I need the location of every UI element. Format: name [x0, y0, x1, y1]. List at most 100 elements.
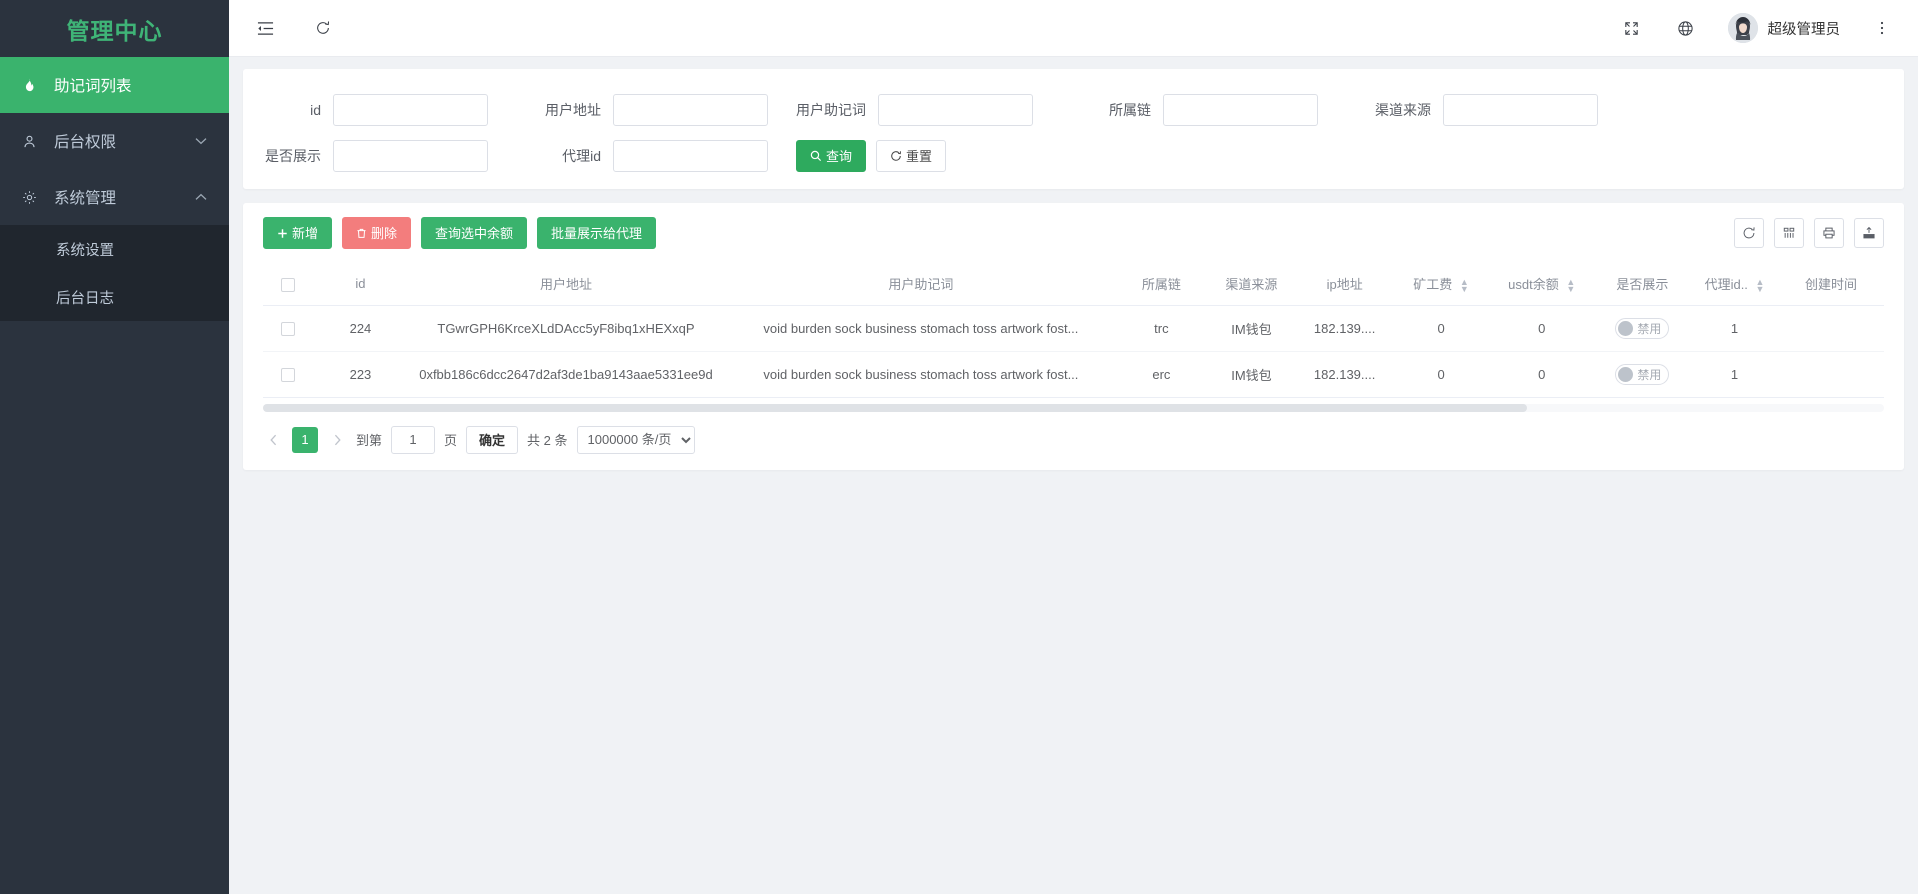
search-input-id[interactable] [333, 94, 488, 126]
page-number-1[interactable]: 1 [292, 426, 318, 453]
row-checkbox[interactable] [281, 367, 296, 382]
user-icon [22, 134, 44, 149]
table-header-chain: 所属链 [1116, 263, 1206, 306]
table-header-agent[interactable]: 代理id.. ▲ ▼ [1691, 263, 1778, 306]
sidebar-item-system-management[interactable]: 系统管理 [0, 169, 229, 225]
toggle-label: 禁用 [1637, 321, 1662, 336]
reset-button[interactable]: 重置 [876, 140, 947, 172]
cell-created [1777, 351, 1884, 398]
sort-icon[interactable]: ▲ ▼ [1566, 277, 1575, 293]
search-input-agent[interactable] [613, 140, 768, 172]
header-label: 所属链 [1141, 277, 1181, 293]
page-size-select[interactable]: 1000000 条/页 [576, 425, 695, 454]
sort-icon[interactable]: ▲ ▼ [1460, 277, 1469, 293]
fire-icon [22, 78, 44, 93]
header-label: 渠道来源 [1225, 277, 1278, 293]
search-label-channel: 渠道来源 [1375, 102, 1431, 118]
refresh-icon[interactable] [1734, 218, 1764, 248]
table-panel: 新增 删除 查询选中余额 批量展示给代理 id 用户地址 用户助记词 所属链 渠… [243, 203, 1904, 470]
batch-show-agent-label: 批量展示给代理 [551, 225, 643, 241]
search-input-mnemonic[interactable] [878, 94, 1033, 126]
cell-channel: IM钱包 [1205, 305, 1297, 352]
row-checkbox[interactable] [281, 321, 296, 336]
user-menu[interactable]: 超级管理员 [1727, 13, 1840, 43]
goto-suffix-label: 页 [444, 433, 458, 448]
table-header-usdt[interactable]: usdt余额 ▲ ▼ [1489, 263, 1594, 306]
more-vertical-icon[interactable] [1870, 16, 1894, 40]
fullscreen-icon[interactable] [1620, 16, 1644, 40]
export-icon[interactable] [1854, 218, 1884, 248]
goto-confirm-button[interactable]: 确定 [466, 425, 519, 454]
cell-ip: 182.139.... [1296, 351, 1393, 398]
gear-icon [22, 190, 44, 205]
cell-usdt: 0 [1489, 305, 1594, 352]
cell-address[interactable]: TGwrGPH6KrceXLdDAcc5yF8ibq1xHEXxqP [407, 305, 725, 352]
table-horizontal-scrollbar[interactable] [263, 403, 1884, 412]
cell-chain: trc [1116, 305, 1206, 352]
add-button-label: 新增 [292, 225, 319, 241]
search-row-1: id 用户地址 用户助记词 所属链 渠道来源 [243, 87, 1904, 133]
scrollbar-thumb[interactable] [263, 403, 1528, 412]
toggle-knob [1618, 366, 1634, 382]
goto-page-input[interactable] [391, 425, 436, 454]
table-header-ip: ip地址 [1296, 263, 1393, 306]
sort-icon[interactable]: ▲ ▼ [1756, 277, 1765, 293]
add-button[interactable]: 新增 [263, 217, 333, 249]
search-label-show: 是否展示 [265, 148, 321, 164]
sidebar-item-system-settings[interactable]: 系统设置 [0, 225, 229, 273]
search-input-chain[interactable] [1163, 94, 1318, 126]
search-field-id: id [243, 94, 513, 126]
cell-usdt: 0 [1489, 351, 1594, 398]
columns-icon[interactable] [1774, 218, 1804, 248]
chevron-down-icon [195, 137, 207, 145]
trash-icon [356, 228, 367, 239]
pagination: 1 到第 页 确定 共 2 条 1000000 条/页 [243, 412, 1904, 460]
query-selected-balance-button[interactable]: 查询选中余额 [421, 217, 528, 249]
search-row-2: 是否展示 代理id 查询 重置 [243, 133, 1904, 179]
header-label: usdt余额 [1508, 277, 1559, 293]
header-label: 用户地址 [539, 277, 592, 293]
show-toggle[interactable]: 禁用 [1615, 317, 1670, 339]
toggle-knob [1618, 320, 1634, 336]
search-input-show[interactable] [333, 140, 488, 172]
sidebar-item-mnemonic-list[interactable]: 助记词列表 [0, 57, 229, 113]
cell-gas: 0 [1392, 351, 1490, 398]
select-all-checkbox[interactable] [281, 277, 296, 292]
avatar [1727, 13, 1758, 43]
search-label-address: 用户地址 [545, 102, 601, 118]
sidebar-item-backend-log[interactable]: 后台日志 [0, 273, 229, 321]
show-toggle[interactable]: 禁用 [1615, 363, 1670, 385]
globe-icon[interactable] [1674, 16, 1698, 40]
search-icon [810, 150, 822, 162]
reset-button-label: 重置 [906, 148, 933, 164]
chevron-right-icon[interactable] [327, 427, 347, 453]
cell-created [1777, 305, 1884, 352]
search-input-address[interactable] [613, 94, 768, 126]
refresh-icon[interactable] [311, 16, 335, 40]
batch-show-agent-button[interactable]: 批量展示给代理 [537, 217, 657, 249]
search-label-chain: 所属链 [1109, 102, 1151, 118]
cell-agent: 1 [1691, 305, 1778, 352]
search-label-agent: 代理id [562, 148, 601, 164]
sidebar: 管理中心 助记词列表 后台权限 系统管理 系统设置 后台日志 [0, 0, 229, 894]
chevron-left-icon[interactable] [263, 427, 283, 453]
search-input-channel[interactable] [1443, 94, 1598, 126]
table-header-gas[interactable]: 矿工费 ▲ ▼ [1392, 263, 1490, 306]
cell-gas: 0 [1392, 305, 1490, 352]
reset-icon [890, 150, 902, 162]
topbar-right: 超级管理员 [1620, 13, 1895, 43]
delete-button[interactable]: 删除 [342, 217, 412, 249]
cell-channel: IM钱包 [1205, 351, 1297, 398]
query-button[interactable]: 查询 [796, 140, 867, 172]
cell-address[interactable]: 0xfbb186c6dcc2647d2af3de1ba9143aae5331ee… [407, 351, 725, 398]
table-container: id 用户地址 用户助记词 所属链 渠道来源 ip地址 矿工费 ▲ ▼ usdt… [243, 263, 1904, 398]
cell-id: 223 [313, 351, 408, 398]
search-label-id: id [310, 102, 321, 118]
menu-collapse-icon[interactable] [253, 16, 277, 40]
print-icon[interactable] [1814, 218, 1844, 248]
cell-ip: 182.139.... [1296, 305, 1393, 352]
table-tool-icons [1734, 218, 1884, 248]
table-toolbar-buttons: 新增 删除 查询选中余额 批量展示给代理 [263, 217, 657, 249]
sidebar-item-backend-permission[interactable]: 后台权限 [0, 113, 229, 169]
cell-show: 禁用 [1593, 305, 1692, 352]
